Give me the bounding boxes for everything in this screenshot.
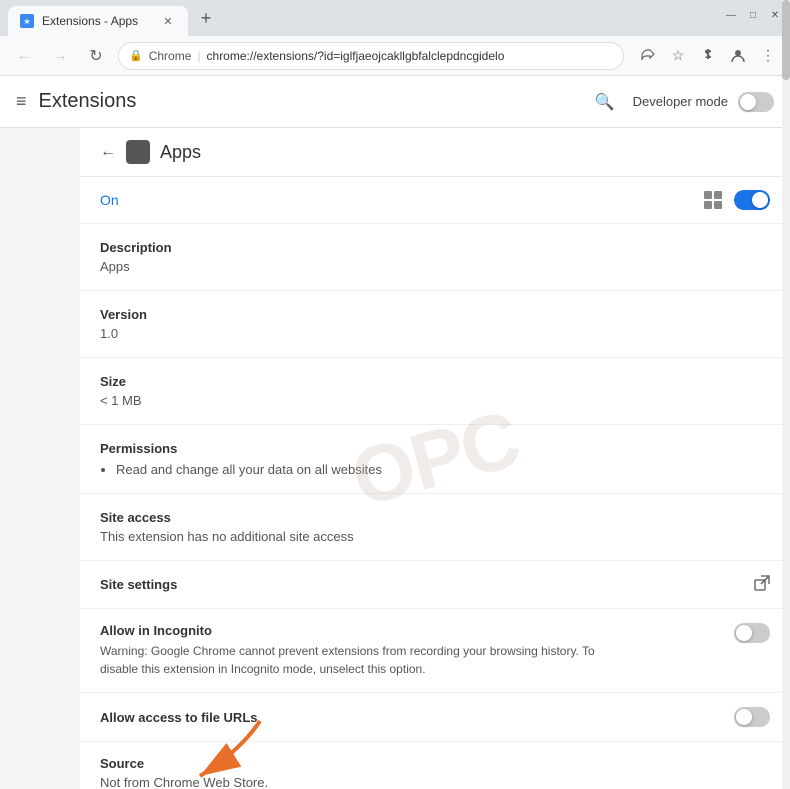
url-prefix: Chrome <box>149 49 192 63</box>
back-button[interactable]: ← <box>100 143 116 161</box>
profile-icon[interactable] <box>726 44 750 68</box>
site-settings-row[interactable]: Site settings <box>80 561 790 609</box>
site-access-label: Site access <box>100 510 770 525</box>
size-label: Size <box>100 374 770 389</box>
sidebar <box>0 128 80 789</box>
permissions-list: Read and change all your data on all web… <box>100 462 770 477</box>
permissions-section: Permissions Read and change all your dat… <box>80 425 790 494</box>
extensions-title: Extensions <box>39 90 137 113</box>
incognito-toggle[interactable] <box>734 623 770 643</box>
grid-view-icon[interactable] <box>702 189 724 211</box>
new-tab-button[interactable]: + <box>192 4 220 32</box>
extensions-header: ≡ Extensions 🔍 Developer mode <box>0 76 790 128</box>
extensions-icon[interactable] <box>696 44 720 68</box>
address-bar: ← → ↻ 🔒 Chrome | chrome://extensions/?id… <box>0 36 790 76</box>
external-link-icon <box>754 575 770 594</box>
content-area: OPC ← Apps On <box>80 128 790 789</box>
version-label: Version <box>100 307 770 322</box>
detail-back-header: ← Apps <box>80 128 790 177</box>
developer-mode-section: 🔍 Developer mode <box>595 92 774 112</box>
scrollbar[interactable] <box>782 0 790 789</box>
forward-button[interactable]: → <box>46 42 74 70</box>
window-controls: — □ ✕ <box>724 8 782 28</box>
developer-mode-toggle[interactable] <box>738 92 774 112</box>
extension-enable-toggle[interactable] <box>734 190 770 210</box>
tab-title: Extensions - Apps <box>42 14 138 28</box>
menu-icon[interactable]: ⋮ <box>756 44 780 68</box>
description-value: Apps <box>100 259 770 274</box>
site-settings-label: Site settings <box>100 577 177 592</box>
incognito-row: Allow in Incognito Warning: Google Chrom… <box>80 609 790 693</box>
allow-files-toggle[interactable] <box>734 707 770 727</box>
main-content: OPC ← Apps On <box>0 128 790 789</box>
search-button[interactable]: 🔍 <box>595 92 615 112</box>
tab-close-button[interactable]: ✕ <box>160 13 176 29</box>
app-title: Apps <box>160 142 201 163</box>
incognito-text: Allow in Incognito Warning: Google Chrom… <box>100 623 620 678</box>
incognito-top: Allow in Incognito Warning: Google Chrom… <box>100 623 770 678</box>
description-section: Description Apps <box>80 224 790 291</box>
close-button[interactable]: ✕ <box>768 8 782 22</box>
title-bar: ★ Extensions - Apps ✕ + — □ ✕ <box>0 0 790 36</box>
size-value: < 1 MB <box>100 393 770 408</box>
version-section: Version 1.0 <box>80 291 790 358</box>
on-label: On <box>100 192 119 208</box>
arrow-annotation <box>180 711 280 789</box>
incognito-label: Allow in Incognito <box>100 623 620 638</box>
url-bar[interactable]: 🔒 Chrome | chrome://extensions/?id=iglfj… <box>118 42 624 70</box>
hamburger-button[interactable]: ≡ <box>16 91 27 112</box>
scrollbar-thumb[interactable] <box>782 0 790 80</box>
size-section: Size < 1 MB <box>80 358 790 425</box>
bookmark-icon[interactable]: ☆ <box>666 44 690 68</box>
on-row: On <box>80 177 790 224</box>
minimize-button[interactable]: — <box>724 8 738 22</box>
security-indicator: 🔒 <box>129 49 143 62</box>
app-icon <box>126 140 150 164</box>
on-controls <box>702 189 770 211</box>
permissions-label: Permissions <box>100 441 770 456</box>
svg-text:★: ★ <box>23 17 30 26</box>
description-label: Description <box>100 240 770 255</box>
version-value: 1.0 <box>100 326 770 341</box>
tab-favicon: ★ <box>20 14 34 28</box>
toolbar-icons: ☆ ⋮ <box>636 44 780 68</box>
incognito-desc: Warning: Google Chrome cannot prevent ex… <box>100 642 620 678</box>
site-access-section: Site access This extension has no additi… <box>80 494 790 561</box>
browser-tab[interactable]: ★ Extensions - Apps ✕ <box>8 6 188 36</box>
back-button[interactable]: ← <box>10 42 38 70</box>
reload-button[interactable]: ↻ <box>82 42 110 70</box>
site-access-value: This extension has no additional site ac… <box>100 529 770 544</box>
url-text: chrome://extensions/?id=iglfjaeojcakllgb… <box>207 49 505 63</box>
developer-mode-label: Developer mode <box>633 94 728 109</box>
maximize-button[interactable]: □ <box>746 8 760 22</box>
allow-files-row: Allow access to file URLs <box>80 693 790 742</box>
share-icon[interactable] <box>636 44 660 68</box>
permission-item: Read and change all your data on all web… <box>116 462 770 477</box>
